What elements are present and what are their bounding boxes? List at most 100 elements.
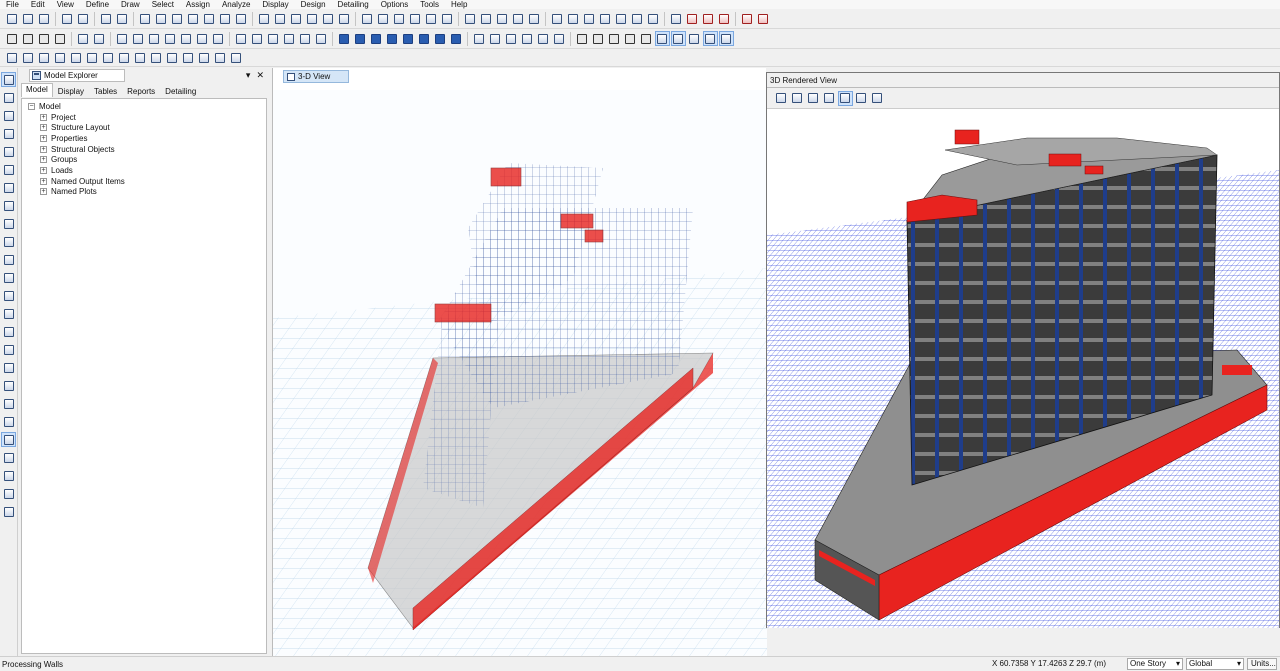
display-stress-icon[interactable] bbox=[505, 32, 518, 45]
design-concrete-icon[interactable] bbox=[757, 12, 770, 25]
coordinate-system-select[interactable]: Global bbox=[1186, 658, 1244, 670]
tab-reports[interactable]: Reports bbox=[122, 85, 160, 97]
undo-icon[interactable] bbox=[61, 12, 74, 25]
paste-icon[interactable] bbox=[38, 32, 51, 45]
draw-floor-tool-icon[interactable] bbox=[2, 199, 15, 212]
brace-x-icon[interactable] bbox=[116, 32, 129, 45]
draw-link-icon[interactable] bbox=[2, 343, 15, 356]
draw-grid-icon[interactable] bbox=[2, 289, 15, 302]
tab-tables[interactable]: Tables bbox=[89, 85, 122, 97]
tab-detailing[interactable]: Detailing bbox=[160, 85, 201, 97]
object-shrink-icon[interactable] bbox=[322, 12, 335, 25]
menu-view[interactable]: View bbox=[57, 0, 74, 9]
lock-model-icon[interactable] bbox=[624, 32, 637, 45]
menu-select[interactable]: Select bbox=[152, 0, 174, 9]
tree-root[interactable]: − Model bbox=[22, 101, 266, 112]
snap-ends-icon[interactable] bbox=[164, 32, 177, 45]
assign-diaphragm-icon[interactable] bbox=[718, 12, 731, 25]
draw-column-tool-icon[interactable] bbox=[2, 145, 15, 158]
menu-tools[interactable]: Tools bbox=[420, 0, 439, 9]
select-cursor-icon[interactable] bbox=[670, 31, 686, 46]
dimension-line-icon[interactable] bbox=[615, 12, 628, 25]
rendered-model-canvas[interactable] bbox=[767, 110, 1279, 628]
draw-brace-tool-icon[interactable] bbox=[2, 181, 15, 194]
draw-slab-rebar-icon[interactable] bbox=[2, 505, 15, 518]
draw-line-icon[interactable] bbox=[2, 127, 15, 140]
select-object-icon[interactable] bbox=[1, 72, 16, 87]
zoom-in-icon[interactable] bbox=[791, 92, 804, 105]
area-divide-icon[interactable] bbox=[283, 32, 296, 45]
collapse-icon[interactable]: − bbox=[28, 102, 35, 110]
expand-icon[interactable]: + bbox=[40, 134, 47, 142]
draw-spandrel-icon[interactable] bbox=[2, 487, 15, 500]
menu-assign[interactable]: Assign bbox=[186, 0, 210, 9]
i-section-icon[interactable] bbox=[551, 12, 564, 25]
assign-spring-icon[interactable] bbox=[418, 32, 431, 45]
draw-stairs-icon[interactable] bbox=[2, 307, 15, 320]
detailing-icon[interactable] bbox=[640, 32, 653, 45]
select-pointer-icon[interactable] bbox=[654, 31, 670, 46]
tree-item-named-output-items[interactable]: + Named Output Items bbox=[22, 176, 266, 187]
view-axis-icon[interactable] bbox=[871, 92, 884, 105]
draw-column-icon[interactable] bbox=[464, 12, 477, 25]
expand-icon[interactable]: + bbox=[40, 177, 47, 185]
tree-item-project[interactable]: + Project bbox=[22, 112, 266, 123]
draw-beam-icon[interactable] bbox=[480, 12, 493, 25]
expand-icon[interactable]: + bbox=[40, 113, 47, 121]
expand-icon[interactable]: + bbox=[40, 156, 47, 164]
rotate-icon[interactable] bbox=[235, 12, 248, 25]
reshape-object-icon[interactable] bbox=[2, 91, 15, 104]
check-model-icon[interactable] bbox=[608, 32, 621, 45]
set-display-options-icon[interactable] bbox=[338, 12, 351, 25]
draw-joint-icon[interactable] bbox=[2, 109, 15, 122]
zoom-previous-icon[interactable] bbox=[203, 12, 216, 25]
display-modes-icon[interactable] bbox=[553, 32, 566, 45]
deselect-icon[interactable] bbox=[441, 12, 454, 25]
snap-offset-icon[interactable] bbox=[166, 51, 179, 64]
tree-item-groups[interactable]: + Groups bbox=[22, 154, 266, 165]
draw-opening-icon[interactable] bbox=[2, 253, 15, 266]
snap-mid-icon[interactable] bbox=[38, 51, 51, 64]
zoom-out-icon[interactable] bbox=[823, 92, 836, 105]
copy-icon[interactable] bbox=[22, 32, 35, 45]
draw-tendon-icon[interactable] bbox=[2, 325, 15, 338]
design-steel-icon[interactable] bbox=[741, 12, 754, 25]
report-icon[interactable] bbox=[592, 32, 605, 45]
snap-points-icon[interactable] bbox=[148, 32, 161, 45]
menu-define[interactable]: Define bbox=[86, 0, 109, 9]
select-intersect-icon[interactable] bbox=[425, 12, 438, 25]
grid-line-icon[interactable] bbox=[647, 12, 660, 25]
3d-view-window[interactable]: 3-D View bbox=[272, 68, 767, 656]
close-icon[interactable]: ✕ bbox=[256, 70, 264, 81]
story-option-select[interactable]: One Story bbox=[1127, 658, 1183, 670]
draw-beam-tool-icon[interactable] bbox=[2, 163, 15, 176]
zoom-extents-icon[interactable] bbox=[187, 12, 200, 25]
refresh-view-icon[interactable] bbox=[306, 12, 319, 25]
snap-grid-icon[interactable] bbox=[180, 32, 193, 45]
snap-grid-line-icon[interactable] bbox=[86, 51, 99, 64]
display-reactions-icon[interactable] bbox=[537, 32, 550, 45]
assign-pier-icon[interactable] bbox=[434, 32, 447, 45]
story-up-icon[interactable] bbox=[361, 12, 374, 25]
snap-end-icon[interactable] bbox=[22, 51, 35, 64]
draw-pier-icon[interactable] bbox=[2, 469, 15, 482]
zoom-in-icon[interactable] bbox=[155, 12, 168, 25]
assign-point-load-icon[interactable] bbox=[702, 12, 715, 25]
snap-parallel-icon[interactable] bbox=[150, 51, 163, 64]
menu-file[interactable]: File bbox=[6, 0, 19, 9]
column-layout-icon[interactable] bbox=[77, 32, 90, 45]
draw-design-strip-icon[interactable] bbox=[2, 451, 15, 464]
assign-spandrel-icon[interactable] bbox=[450, 32, 463, 45]
tree-item-properties[interactable]: + Properties bbox=[22, 133, 266, 144]
display-forces-icon[interactable] bbox=[489, 32, 502, 45]
expand-icon[interactable]: + bbox=[40, 188, 47, 196]
area-opening-icon[interactable] bbox=[299, 32, 312, 45]
pin-icon[interactable]: ▾ bbox=[246, 70, 251, 81]
snap-incremental-icon[interactable] bbox=[230, 51, 243, 64]
snap-active-icon[interactable] bbox=[1, 432, 16, 447]
snap-fine-grid-icon[interactable] bbox=[118, 51, 131, 64]
draw-rect-floor-icon[interactable] bbox=[2, 217, 15, 230]
area-expand-icon[interactable] bbox=[315, 32, 328, 45]
delete-icon[interactable] bbox=[54, 32, 67, 45]
snap-perpendicular-icon[interactable] bbox=[70, 51, 83, 64]
